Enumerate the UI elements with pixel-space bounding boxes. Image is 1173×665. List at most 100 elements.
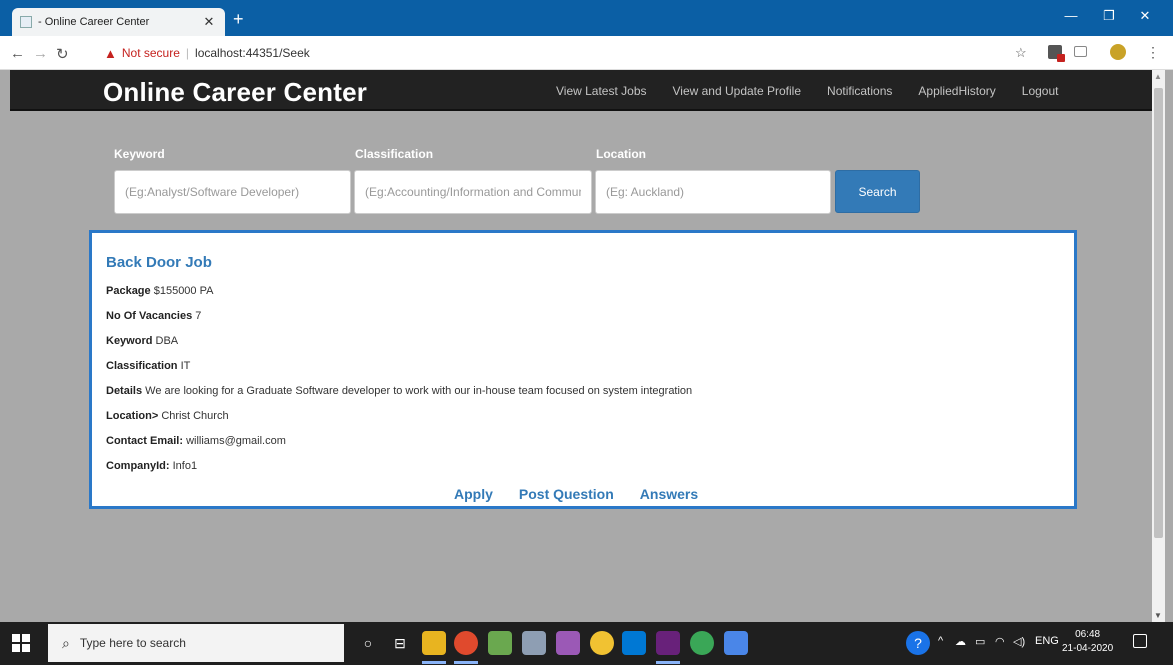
new-tab-icon[interactable]: + [233, 9, 244, 30]
help-icon[interactable]: ? [906, 631, 930, 655]
job-contact-email: Contact Email: williams@gmail.com [106, 435, 286, 447]
nav-notifications[interactable]: Notifications [827, 84, 892, 98]
location-label: Location [596, 147, 646, 161]
job-card: Back Door Job Package $155000 PA No Of V… [89, 230, 1077, 509]
details-value: We are looking for a Graduate Software d… [145, 385, 693, 397]
page-favicon-icon [20, 16, 32, 28]
job-company-id: CompanyId: Info1 [106, 460, 197, 472]
back-icon[interactable]: ← [10, 45, 25, 62]
scroll-down-icon[interactable]: ▼ [1154, 611, 1162, 620]
job-classification: Classification IT [106, 360, 190, 372]
job-keyword-value: DBA [155, 335, 179, 347]
vscode-icon[interactable] [622, 631, 646, 655]
site-header: Online Career Center View Latest Jobs Vi… [10, 70, 1152, 111]
extension-panel-icon[interactable] [1074, 46, 1087, 57]
visual-studio-icon[interactable] [656, 631, 680, 655]
file-explorer-icon[interactable] [422, 631, 446, 655]
nav-view-latest-jobs[interactable]: View Latest Jobs [556, 84, 647, 98]
nav-logout[interactable]: Logout [1022, 84, 1059, 98]
search-button[interactable]: Search [835, 170, 920, 213]
page-viewport: Online Career Center View Latest Jobs Vi… [0, 70, 1173, 622]
onedrive-icon[interactable]: ☁ [955, 635, 966, 648]
post-question-link[interactable]: Post Question [519, 486, 614, 502]
clock-date: 21-04-2020 [1062, 643, 1114, 654]
company-label: CompanyId: [106, 460, 170, 472]
app-icon-2[interactable] [522, 631, 546, 655]
browser-tab[interactable]: - Online Career Center ✕ [12, 8, 225, 36]
vacancies-label: No Of Vacancies [106, 310, 193, 322]
chrome-icon[interactable] [454, 631, 478, 655]
close-window-icon[interactable]: ✕ [1130, 8, 1160, 24]
url-text[interactable]: localhost:44351/Seek [195, 46, 310, 60]
taskbar: ⌕ Type here to search ○ ⊟ ? ^ ☁ ▭ ◠ ◁) E… [0, 622, 1173, 665]
job-keyword-label: Keyword [106, 335, 153, 347]
app-icon-5[interactable] [724, 631, 748, 655]
job-details: Details We are looking for a Graduate So… [106, 385, 692, 397]
app-icon-4[interactable] [690, 631, 714, 655]
tray-expand-icon[interactable]: ^ [938, 635, 943, 647]
job-package: Package $155000 PA [106, 285, 213, 297]
language-indicator[interactable]: ENG [1035, 635, 1059, 647]
explorer-active-indicator [422, 661, 446, 664]
package-label: Package [106, 285, 151, 297]
menu-icon[interactable]: ⋮ [1146, 44, 1160, 61]
restore-icon[interactable]: ❐ [1094, 8, 1124, 24]
app-icon-3[interactable] [556, 631, 580, 655]
job-actions: Apply Post Question Answers [454, 486, 724, 502]
browser-titlebar: - Online Career Center ✕ + — ❐ ✕ [0, 0, 1173, 36]
forward-icon[interactable]: → [33, 45, 48, 62]
classification-label: Classification [355, 147, 434, 161]
job-keyword: Keyword DBA [106, 335, 178, 347]
apply-link[interactable]: Apply [454, 486, 493, 502]
tab-close-icon[interactable]: ✕ [201, 14, 217, 30]
company-value: Info1 [172, 460, 198, 472]
job-title[interactable]: Back Door Job [106, 254, 212, 271]
emoji-app-icon[interactable] [590, 631, 614, 655]
vacancies-value: 7 [195, 310, 202, 322]
package-value: $155000 PA [153, 285, 214, 297]
omnibox-separator: | [185, 46, 190, 60]
site-brand[interactable]: Online Career Center [103, 77, 367, 108]
keyword-label: Keyword [114, 147, 165, 161]
taskbar-search[interactable]: ⌕ Type here to search [48, 624, 344, 662]
job-location-value: Christ Church [161, 410, 229, 422]
search-icon: ⌕ [62, 634, 70, 651]
job-classification-label: Classification [106, 360, 178, 372]
profile-avatar[interactable] [1110, 44, 1126, 60]
bookmark-star-icon[interactable]: ☆ [1015, 45, 1027, 61]
notification-center-icon[interactable] [1133, 634, 1147, 648]
location-input[interactable] [595, 170, 831, 214]
not-secure-label[interactable]: Not secure [122, 46, 180, 60]
battery-icon[interactable]: ▭ [975, 635, 985, 648]
details-label: Details [106, 385, 143, 397]
task-view-icon[interactable]: ⊟ [388, 631, 412, 655]
extension-icon[interactable] [1048, 45, 1065, 62]
app-icon-1[interactable] [488, 631, 512, 655]
job-vacancies: No Of Vacancies 7 [106, 310, 201, 322]
nav-view-update-profile[interactable]: View and Update Profile [673, 84, 802, 98]
top-nav: View Latest Jobs View and Update Profile… [556, 84, 1084, 98]
chrome-active-indicator [454, 661, 478, 664]
classification-input[interactable] [354, 170, 592, 214]
taskbar-clock[interactable]: 06:48 21-04-2020 [1062, 628, 1113, 656]
page-scrollbar[interactable]: ▲ ▼ [1152, 70, 1165, 622]
tab-title: - Online Career Center [38, 16, 150, 28]
keyword-input[interactable] [114, 170, 351, 214]
clock-time: 06:48 [1075, 629, 1101, 640]
minimize-icon[interactable]: — [1056, 8, 1086, 23]
scroll-up-icon[interactable]: ▲ [1154, 72, 1162, 81]
answers-link[interactable]: Answers [640, 486, 698, 502]
wifi-icon[interactable]: ◠ [995, 635, 1005, 648]
cortana-icon[interactable]: ○ [356, 631, 380, 655]
address-bar: ← → ↻ ▲ Not secure | localhost:44351/See… [0, 36, 1173, 70]
job-location-label: Location> [106, 410, 159, 422]
scroll-thumb[interactable] [1154, 88, 1163, 538]
volume-icon[interactable]: ◁) [1013, 635, 1025, 648]
job-classification-value: IT [180, 360, 191, 372]
warning-icon: ▲ [104, 45, 117, 61]
reload-icon[interactable]: ↻ [56, 45, 69, 63]
nav-applied-history[interactable]: AppliedHistory [918, 84, 995, 98]
windows-start-icon[interactable] [12, 634, 30, 652]
email-value: williams@gmail.com [186, 435, 286, 447]
omnibox[interactable]: ▲ Not secure | localhost:44351/Seek [104, 42, 1004, 64]
